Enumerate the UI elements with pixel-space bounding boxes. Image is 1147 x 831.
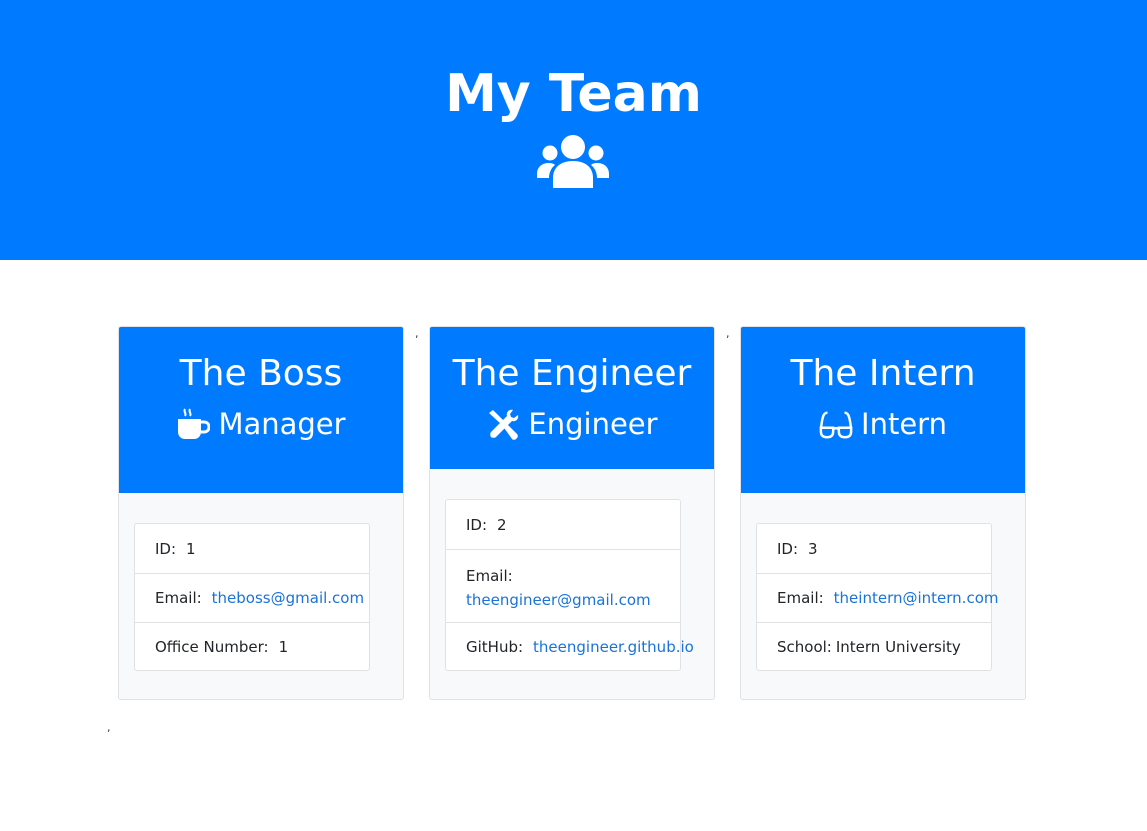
users-icon xyxy=(537,135,609,188)
email-link[interactable]: theboss@gmail.com xyxy=(212,589,364,607)
details-list: ID: 2 Email: theengineer@gmail.com GitHu… xyxy=(445,499,694,671)
detail-label: Email: xyxy=(155,589,202,607)
list-item-id: ID: 2 xyxy=(446,500,680,549)
card-header: The Boss Manager xyxy=(119,327,403,493)
detail-label: ID: xyxy=(466,515,488,534)
stray-comma: , xyxy=(415,327,419,340)
employee-name: The Engineer xyxy=(452,353,692,394)
mug-icon xyxy=(178,408,211,439)
details-list: ID: 3 Email: theintern@intern.com School… xyxy=(756,523,998,671)
stray-comma: , xyxy=(726,327,730,340)
page-header: My Team xyxy=(0,0,1147,260)
email-link[interactable]: theengineer@gmail.com xyxy=(466,588,660,612)
list-item-office: Office Number: 1 xyxy=(135,622,369,670)
stray-comma: , xyxy=(107,721,111,734)
employee-name: The Intern xyxy=(790,353,976,394)
card-header: The Engineer Engineer xyxy=(430,327,714,469)
list-item-id: ID: 1 xyxy=(135,524,369,573)
employee-name: The Boss xyxy=(179,353,343,394)
list-item-email: Email: theboss@gmail.com xyxy=(135,573,369,622)
detail-label: Office Number: xyxy=(155,637,269,656)
employee-role: Intern xyxy=(741,405,1025,443)
detail-value: 3 xyxy=(808,539,818,558)
detail-value: Intern University xyxy=(835,637,961,656)
detail-label: Email: xyxy=(777,589,824,607)
role-label: Manager xyxy=(218,407,346,441)
email-link[interactable]: theintern@intern.com xyxy=(834,589,999,607)
role-label: Engineer xyxy=(528,407,658,441)
tools-icon xyxy=(489,409,519,440)
detail-label: GitHub: xyxy=(466,637,524,656)
list-item-id: ID: 3 xyxy=(757,524,991,573)
github-link[interactable]: theengineer.github.io xyxy=(533,638,694,656)
detail-label: School: xyxy=(777,637,832,656)
card-header: The Intern Intern xyxy=(741,327,1025,493)
employee-role: Engineer xyxy=(430,405,714,443)
detail-value: 2 xyxy=(497,515,507,534)
glasses-icon xyxy=(819,411,853,439)
detail-label: Email: xyxy=(466,567,513,585)
employee-card-engineer: The Engineer Engineer ID: 2 Email: theen… xyxy=(429,326,715,700)
detail-value: 1 xyxy=(278,637,289,656)
list-item-email: Email: theengineer@gmail.com xyxy=(446,549,680,622)
detail-label: ID: xyxy=(155,539,177,558)
employee-role: Manager xyxy=(119,405,403,443)
role-label: Intern xyxy=(861,407,947,441)
employee-card-manager: The Boss Manager ID: 1 Email: theboss@gm… xyxy=(118,326,404,700)
page-title: My Team xyxy=(445,64,702,124)
employee-card-intern: The Intern Intern ID: 3 Email: theintern… xyxy=(740,326,1026,700)
list-item-github: GitHub: theengineer.github.io xyxy=(446,622,694,670)
details-list: ID: 1 Email: theboss@gmail.com Office Nu… xyxy=(134,523,370,671)
list-item-email: Email: theintern@intern.com xyxy=(757,573,998,622)
detail-label: ID: xyxy=(777,539,799,558)
list-item-school: School: Intern University xyxy=(757,622,991,670)
detail-value: 1 xyxy=(186,539,196,558)
